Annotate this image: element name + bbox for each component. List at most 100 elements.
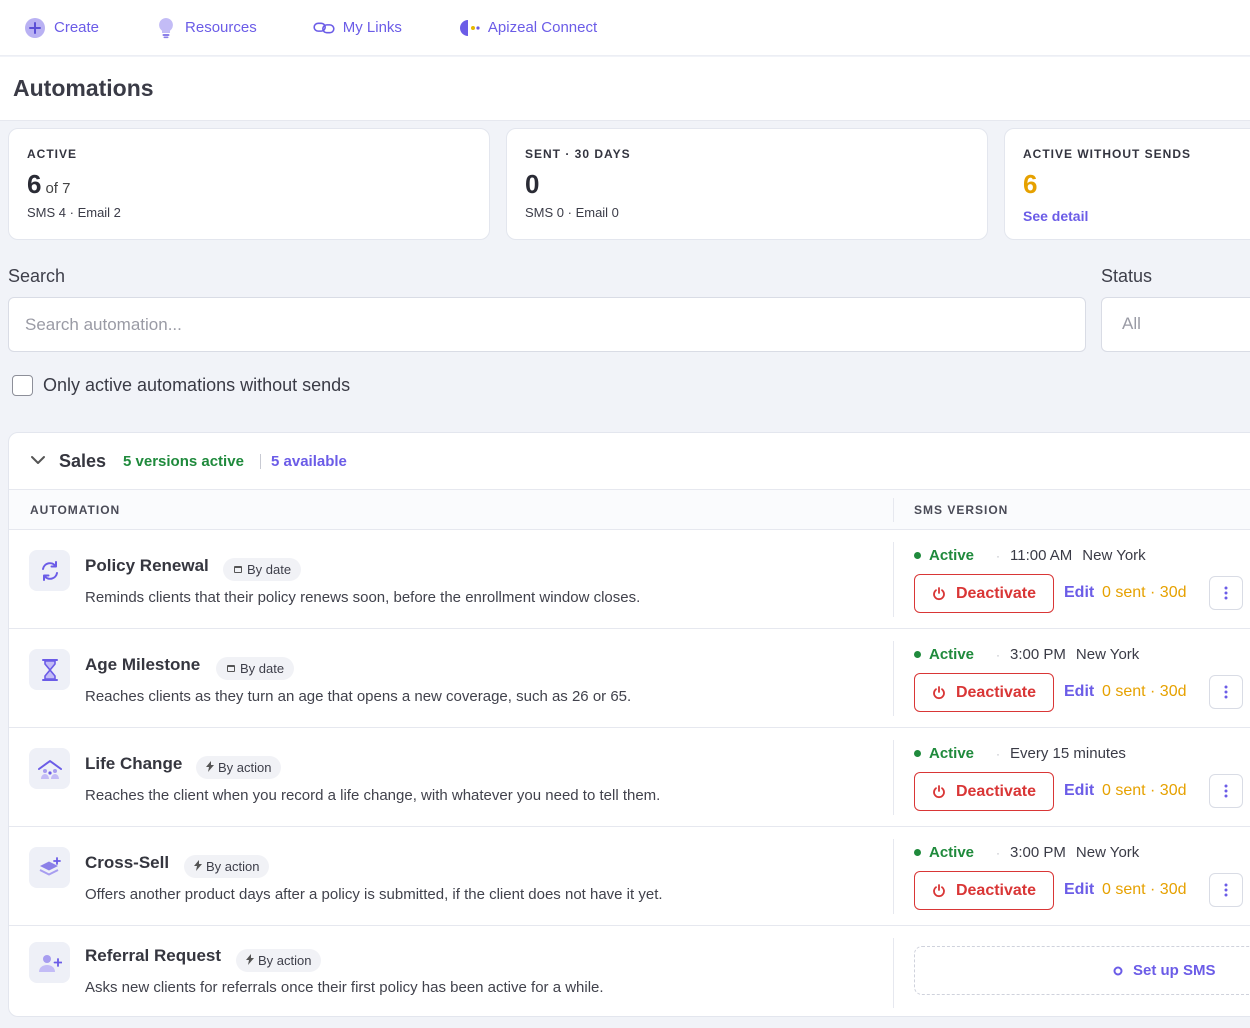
status-label: Active (929, 844, 975, 861)
schedule-timezone: New York (1075, 844, 1140, 861)
deactivate-button[interactable]: Deactivate (914, 574, 1054, 613)
stat-sent-label: SENT · 30 DAYS (525, 147, 631, 161)
nav-resources[interactable]: Resources (155, 17, 257, 39)
nav-my-links[interactable]: My Links (313, 17, 402, 39)
table-row: Referral Request By action Asks new clie… (9, 926, 1250, 1016)
automation-title[interactable]: Cross-Sell (85, 853, 169, 873)
more-options-button[interactable] (1209, 774, 1243, 808)
see-detail-link[interactable]: See detail (1023, 208, 1088, 224)
column-divider (893, 641, 894, 716)
status-dot-icon (914, 750, 921, 757)
nav-apizeal-connect-label: Apizeal Connect (487, 19, 598, 36)
edit-link[interactable]: Edit (1064, 584, 1094, 602)
power-icon (933, 685, 945, 699)
status-select[interactable]: All (1101, 297, 1250, 352)
edit-link[interactable]: Edit (1064, 683, 1094, 701)
deactivate-button[interactable]: Deactivate (914, 871, 1054, 910)
group-available-count[interactable]: 5 available (271, 453, 347, 470)
stat-without-sends-value: 6 (1023, 169, 1038, 199)
automation-title[interactable]: Policy Renewal (85, 556, 209, 576)
automation-title[interactable]: Age Milestone (85, 655, 200, 675)
bolt-icon (194, 859, 202, 874)
more-options-button[interactable] (1209, 576, 1243, 610)
more-options-button[interactable] (1209, 675, 1243, 709)
stat-active-label: ACTIVE (27, 147, 78, 161)
schedule-timezone: New York (1075, 646, 1140, 663)
bolt-icon (206, 760, 214, 775)
trigger-tag: By date (216, 657, 295, 680)
stat-sent-breakdown: SMS 0 · Email 0 (525, 205, 619, 220)
sent-count: 0 sent · 30d (1102, 683, 1187, 700)
circle-icon (1113, 966, 1123, 975)
schedule-time: 3:00 PM (1010, 646, 1066, 663)
power-icon (933, 883, 945, 897)
edit-link[interactable]: Edit (1064, 782, 1094, 800)
power-icon (933, 784, 945, 798)
setup-sms-button[interactable]: Set up SMS (1113, 962, 1216, 979)
sms-status: Active · 11:00 AM New York (914, 547, 1146, 564)
setup-sms-label: Set up SMS (1133, 962, 1216, 979)
table-row: Policy Renewal By date Reminds clients t… (9, 530, 1250, 629)
stat-active-number: 6 (27, 169, 42, 199)
status-dot-icon (914, 651, 921, 658)
sent-count: 0 sent · 30d (1102, 782, 1187, 799)
table-row: Cross-Sell By action Offers another prod… (9, 827, 1250, 926)
link-icon (313, 17, 335, 39)
automation-title[interactable]: Life Change (85, 754, 182, 774)
schedule-time: 3:00 PM (1010, 844, 1066, 861)
stat-sent-value: 0 (525, 169, 540, 199)
refresh-icon (29, 550, 70, 591)
group-divider (260, 454, 261, 469)
calendar-icon (226, 661, 236, 676)
layers-plus-icon (29, 847, 70, 888)
deactivate-label: Deactivate (955, 683, 1037, 701)
search-label: Search (8, 266, 66, 286)
automation-description: Reaches the client when you record a lif… (85, 787, 661, 804)
stat-card-active: ACTIVE 6 of 7 SMS 4 · Email 2 (8, 128, 490, 240)
trigger-tag-label: By action (258, 953, 312, 968)
deactivate-label: Deactivate (955, 782, 1037, 800)
edit-link[interactable]: Edit (1064, 881, 1094, 899)
deactivate-button[interactable]: Deactivate (914, 772, 1054, 811)
plus-circle-icon (24, 17, 46, 39)
deactivate-button[interactable]: Deactivate (914, 673, 1054, 712)
nav-apizeal-connect[interactable]: Apizeal Connect (458, 17, 597, 39)
chevron-down-icon[interactable] (29, 451, 47, 469)
page-header: Automations (0, 57, 1250, 121)
automation-description: Reminds clients that their policy renews… (85, 589, 641, 606)
trigger-tag-label: By date (240, 661, 285, 676)
deactivate-label: Deactivate (955, 881, 1037, 899)
status-label: Active (929, 547, 975, 564)
sms-status: Active · 3:00 PM New York (914, 646, 1139, 663)
only-active-checkbox[interactable] (12, 375, 33, 396)
more-options-button[interactable] (1209, 873, 1243, 907)
table-row: Age Milestone By date Reaches clients as… (9, 629, 1250, 728)
only-active-filter: Only active automations without sends (12, 375, 350, 396)
schedule-time: 11:00 AM (1010, 547, 1073, 564)
separator-dot: · (996, 548, 1001, 563)
search-input[interactable] (8, 297, 1086, 352)
status-dot-icon (914, 849, 921, 856)
lightbulb-icon (155, 17, 177, 39)
bolt-icon (246, 953, 254, 968)
user-plus-icon (29, 942, 70, 983)
separator-dot: · (996, 746, 1001, 761)
page-title: Automations (13, 75, 154, 101)
setup-sms-box[interactable]: Set up SMS (914, 946, 1250, 995)
nav-create-label: Create (54, 19, 100, 36)
stat-active-value: 6 of 7 (27, 169, 71, 200)
stat-active-breakdown: SMS 4 · Email 2 (27, 205, 121, 220)
trigger-tag-label: By action (218, 760, 272, 775)
trigger-tag: By action (196, 756, 282, 779)
kebab-menu-icon (1224, 883, 1228, 897)
status-label: Active (929, 646, 975, 663)
status-label: Active (929, 745, 975, 762)
trigger-tag-label: By date (247, 562, 292, 577)
status-label: Status (1101, 266, 1153, 286)
only-active-checkbox-label[interactable]: Only active automations without sends (43, 375, 350, 396)
automation-title[interactable]: Referral Request (85, 946, 221, 966)
stat-active-of: of 7 (45, 180, 71, 197)
nav-create[interactable]: Create (24, 17, 99, 39)
column-divider (893, 839, 894, 914)
automation-description: Reaches clients as they turn an age that… (85, 688, 632, 705)
